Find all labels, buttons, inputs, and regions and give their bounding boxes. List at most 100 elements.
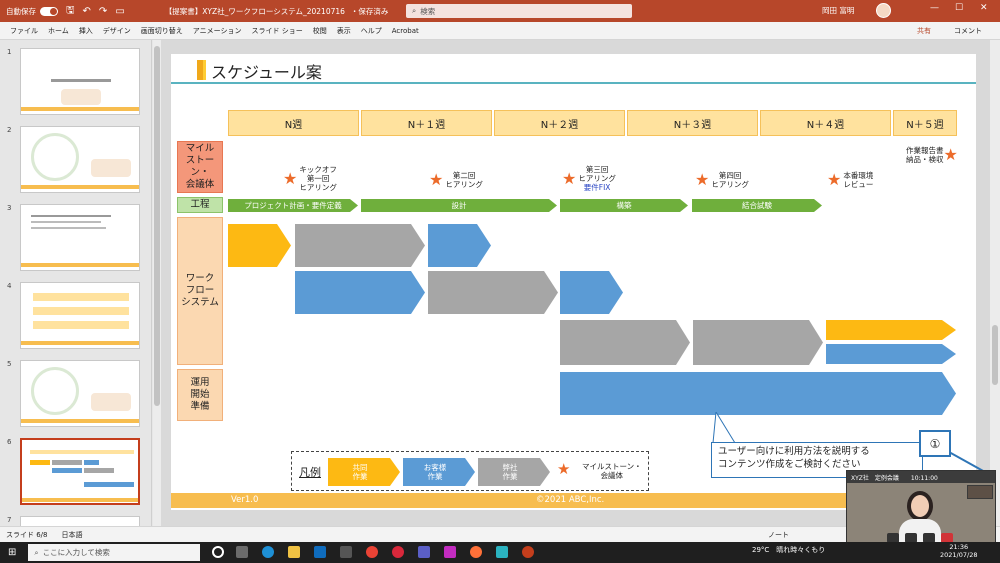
autosave-toggle[interactable] [40, 6, 58, 16]
week-header: N＋４週 [760, 110, 891, 136]
star-icon: ★ [429, 170, 444, 189]
footer-copyright: ©2021 ABC,Inc. [536, 495, 605, 505]
weather-status[interactable]: 29°C 晴れ時々くもり [752, 545, 825, 555]
search-icon: ⌕ [412, 6, 417, 15]
chrome-icon[interactable] [366, 546, 378, 558]
title-accent [203, 60, 206, 80]
slide-thumbnail-2[interactable] [20, 126, 140, 193]
autosave-label: 自動保存 [6, 6, 36, 16]
save-status: ・保存済み [350, 6, 389, 16]
tab-review[interactable]: 校閲 [313, 26, 327, 36]
slide-canvas[interactable]: スケジュール案 N週 N＋１週 N＋２週 N＋３週 N＋４週 N＋５週 マイル … [171, 54, 976, 510]
star-icon: ★ [827, 170, 842, 189]
self-view[interactable] [967, 485, 993, 499]
video-call-window[interactable]: XYZ社 定例会議 10:11:00 [846, 470, 996, 544]
milestone: ★ 第四回 ヒアリング [695, 171, 749, 189]
footer-version: Ver1.0 [231, 495, 259, 505]
tab-transitions[interactable]: 画面切り替え [141, 26, 183, 36]
slide-thumbnail-5[interactable] [20, 360, 140, 427]
undo-icon[interactable]: ↶ [83, 6, 91, 17]
taskview-icon[interactable] [236, 546, 248, 558]
minimize-icon[interactable]: — [930, 3, 939, 13]
task-bar-customer [295, 271, 425, 314]
milestone: ★ 第二回 ヒアリング [429, 171, 483, 189]
slide-scrollbar[interactable] [990, 40, 1000, 526]
firefox-icon[interactable] [470, 546, 482, 558]
milestone-label: キックオフ 第一回 ヒアリング [299, 165, 337, 192]
language-indicator[interactable]: 日本語 [62, 530, 83, 540]
tab-home[interactable]: ホーム [48, 26, 69, 36]
thumb-number: 3 [7, 204, 12, 212]
task-bar-customer [428, 224, 491, 267]
slide-thumbnail-7[interactable] [20, 516, 140, 526]
task-bar-customer [560, 271, 623, 314]
app-icon[interactable] [444, 546, 456, 558]
phase-arrow: 結合試験 [692, 199, 822, 212]
outlook-icon[interactable] [314, 546, 326, 558]
document-title: 【提案書】XYZ社_ワークフローシステム_20210716 [164, 6, 345, 16]
tab-file[interactable]: ファイル [10, 26, 38, 36]
phase-arrow: プロジェクト計画・要件定義 [228, 199, 358, 212]
tab-insert[interactable]: 挿入 [79, 26, 93, 36]
tab-acrobat[interactable]: Acrobat [392, 27, 419, 35]
slide-title: スケジュール案 [211, 63, 322, 82]
search-input[interactable]: ⌕ 検索 [406, 4, 632, 18]
windows-start-icon[interactable]: ⊞ [8, 547, 16, 558]
file-explorer-icon[interactable] [288, 546, 300, 558]
week-header: N＋２週 [494, 110, 625, 136]
teams-icon[interactable] [418, 546, 430, 558]
taskbar-clock[interactable]: 21:36 2021/07/28 [940, 543, 977, 560]
week-header: N週 [228, 110, 359, 136]
store-icon[interactable] [340, 546, 352, 558]
thumb-number: 7 [7, 516, 12, 524]
present-icon[interactable]: ▭ [115, 6, 124, 17]
task-view-icon[interactable] [212, 546, 224, 558]
taskbar-search-input[interactable]: ⌕ ここに入力して検索 [28, 544, 201, 561]
milestone-label: 第四回 ヒアリング [711, 171, 749, 189]
save-icon[interactable]: 🖫 [66, 3, 75, 20]
app-icon[interactable] [496, 546, 508, 558]
maximize-icon[interactable]: ☐ [955, 3, 963, 13]
slide-thumbnail-1[interactable] [20, 48, 140, 115]
meeting-title: XYZ社 定例会議 10:11:00 [847, 471, 995, 483]
clock-time: 21:36 [949, 543, 969, 551]
legend-customer: お客様 作業 [403, 458, 475, 486]
slide-thumbnail-4[interactable] [20, 282, 140, 349]
thumb-number: 6 [7, 438, 12, 446]
task-bar-ours [560, 320, 690, 365]
tab-slideshow[interactable]: スライド ショー [252, 26, 303, 36]
task-bar-joint [228, 224, 291, 267]
row-label-operation: 運用 開始 準備 [177, 369, 223, 421]
slide-thumbnail-6[interactable] [20, 438, 140, 505]
tab-help[interactable]: ヘルプ [361, 26, 382, 36]
row-label-workflow: ワーク フロー システム [177, 217, 223, 365]
tab-view[interactable]: 表示 [337, 26, 351, 36]
milestone-text: 第三回 ヒアリング [578, 165, 616, 183]
thumb-number: 4 [7, 282, 12, 290]
legend-milestone: マイルストーン・ 会議体 [582, 462, 642, 480]
tab-design[interactable]: デザイン [103, 26, 131, 36]
powerpoint-icon[interactable] [522, 546, 534, 558]
media-icon[interactable] [392, 546, 404, 558]
edge-icon[interactable] [262, 546, 274, 558]
tab-animations[interactable]: アニメーション [193, 26, 242, 36]
notes-button[interactable]: ノート [768, 530, 789, 540]
row-label-process: 工程 [177, 197, 223, 213]
scrollbar-thumb[interactable] [154, 46, 160, 406]
thumbnail-scrollbar[interactable] [153, 40, 161, 526]
milestone-label: 本番環境 レビュー [843, 171, 874, 189]
taskbar-search-placeholder: ここに入力して検索 [42, 548, 110, 557]
comment-button[interactable]: コメント [954, 26, 982, 36]
legend-title: 凡例 [299, 466, 321, 479]
share-button[interactable]: 共有 [917, 26, 931, 36]
task-bar-ours [693, 320, 823, 365]
avatar[interactable] [876, 3, 891, 18]
phase-arrow: 構築 [560, 199, 688, 212]
close-icon[interactable]: ✕ [980, 3, 988, 13]
redo-icon[interactable]: ↷ [99, 6, 107, 17]
milestone: 作業報告書 納品・検収 ★ [904, 146, 958, 164]
task-bar-customer [826, 344, 956, 364]
star-icon: ★ [557, 460, 571, 478]
slide-thumbnail-3[interactable] [20, 204, 140, 271]
scrollbar-thumb[interactable] [992, 325, 998, 385]
